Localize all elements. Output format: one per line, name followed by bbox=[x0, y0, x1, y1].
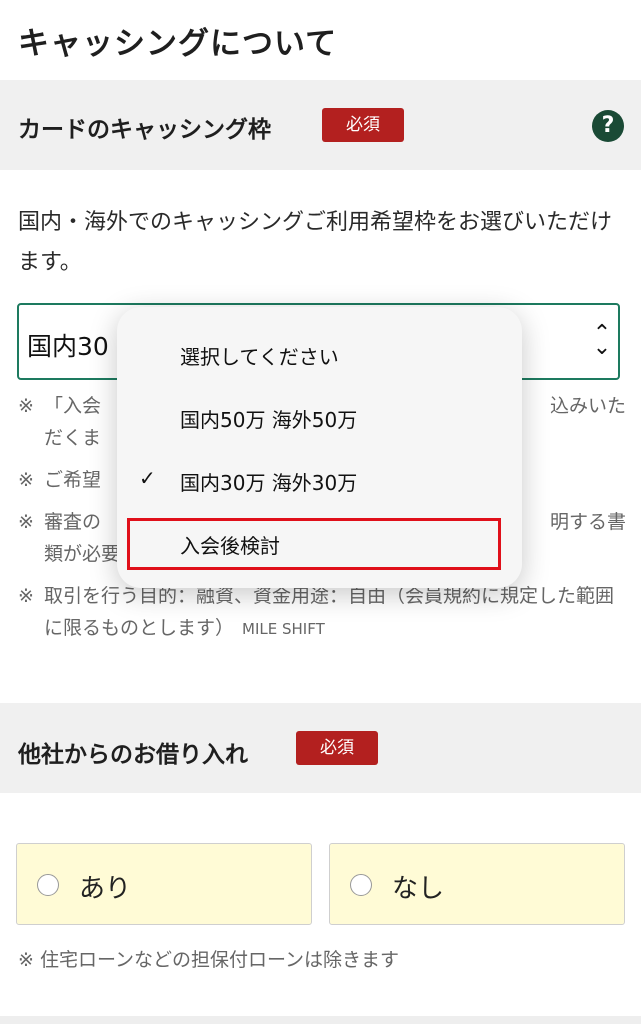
section-divider bbox=[0, 1016, 641, 1024]
note-mark: ※ bbox=[18, 511, 34, 533]
dropdown-option[interactable]: 国内50万 海外50万 bbox=[117, 391, 522, 443]
note-text-start: 「入会 bbox=[44, 395, 102, 417]
note-text-start: 審査の bbox=[44, 511, 102, 533]
note-text-start: ご希望 bbox=[44, 469, 102, 491]
radio-label: あり bbox=[79, 874, 132, 904]
option-label: 選択してください bbox=[180, 345, 339, 369]
select-chevron-icon: ⌃ ⌄ bbox=[592, 321, 612, 360]
note-text-line2: 類が必要 bbox=[44, 543, 121, 565]
cashing-limit-dropdown: 選択してください 国内50万 海外50万 ✓ 国内30万 海外30万 入会後検討 bbox=[117, 307, 522, 588]
note-text-end: 込みいた bbox=[549, 395, 626, 417]
section-header-card-cashing: カードのキャッシング枠 必須 ? bbox=[0, 80, 641, 170]
section-title: カードのキャッシング枠 bbox=[18, 117, 271, 143]
required-badge: 必須 bbox=[296, 731, 378, 765]
dropdown-option[interactable]: 選択してください bbox=[117, 328, 522, 380]
option-label: 国内50万 海外50万 bbox=[180, 408, 358, 432]
radio-option-no[interactable]: なし bbox=[329, 843, 625, 925]
note-mark: ※ bbox=[18, 469, 34, 491]
dropdown-option-highlighted[interactable]: 入会後検討 bbox=[117, 517, 522, 569]
note-mark: ※ bbox=[18, 395, 34, 417]
note-text-end: 明する書 bbox=[549, 511, 626, 533]
page-title: キャッシングについて bbox=[18, 26, 338, 62]
required-badge: 必須 bbox=[322, 108, 404, 142]
dropdown-option-selected[interactable]: ✓ 国内30万 海外30万 bbox=[117, 454, 522, 506]
checkmark-icon: ✓ bbox=[139, 466, 156, 490]
radio-option-yes[interactable]: あり bbox=[16, 843, 312, 925]
select-current-value: 国内30 bbox=[27, 332, 109, 361]
other-loans-note: ※ 住宅ローンなどの担保付ローンは除きます bbox=[18, 949, 400, 971]
radio-label: なし bbox=[392, 874, 445, 904]
note-text: 取引を行う目的：融資、資金用途：自由（会員規約に規定した範囲に限るものとします） bbox=[44, 585, 615, 639]
note-text-line2: だくま bbox=[44, 427, 102, 449]
option-label: 国内30万 海外30万 bbox=[180, 471, 358, 495]
cashing-description: 国内・海外でのキャッシングご利用希望枠をお選びいただけます。 bbox=[18, 210, 613, 275]
other-loans-radio-group: あり なし bbox=[16, 843, 625, 925]
option-label: 入会後検討 bbox=[180, 534, 280, 558]
note-item: ※ 取引を行う目的：融資、資金用途：自由（会員規約に規定した範囲に限るものとしま… bbox=[18, 580, 628, 645]
help-question-icon[interactable]: ? bbox=[592, 110, 624, 142]
radio-circle-icon[interactable] bbox=[350, 874, 372, 896]
note-mark: ※ bbox=[18, 585, 34, 607]
radio-circle-icon[interactable] bbox=[37, 874, 59, 896]
section-header-other-loans: 他社からのお借り入れ 必須 bbox=[0, 703, 641, 793]
section-title: 他社からのお借り入れ bbox=[18, 742, 248, 768]
mile-shift-label: MILE SHIFT bbox=[242, 620, 325, 638]
